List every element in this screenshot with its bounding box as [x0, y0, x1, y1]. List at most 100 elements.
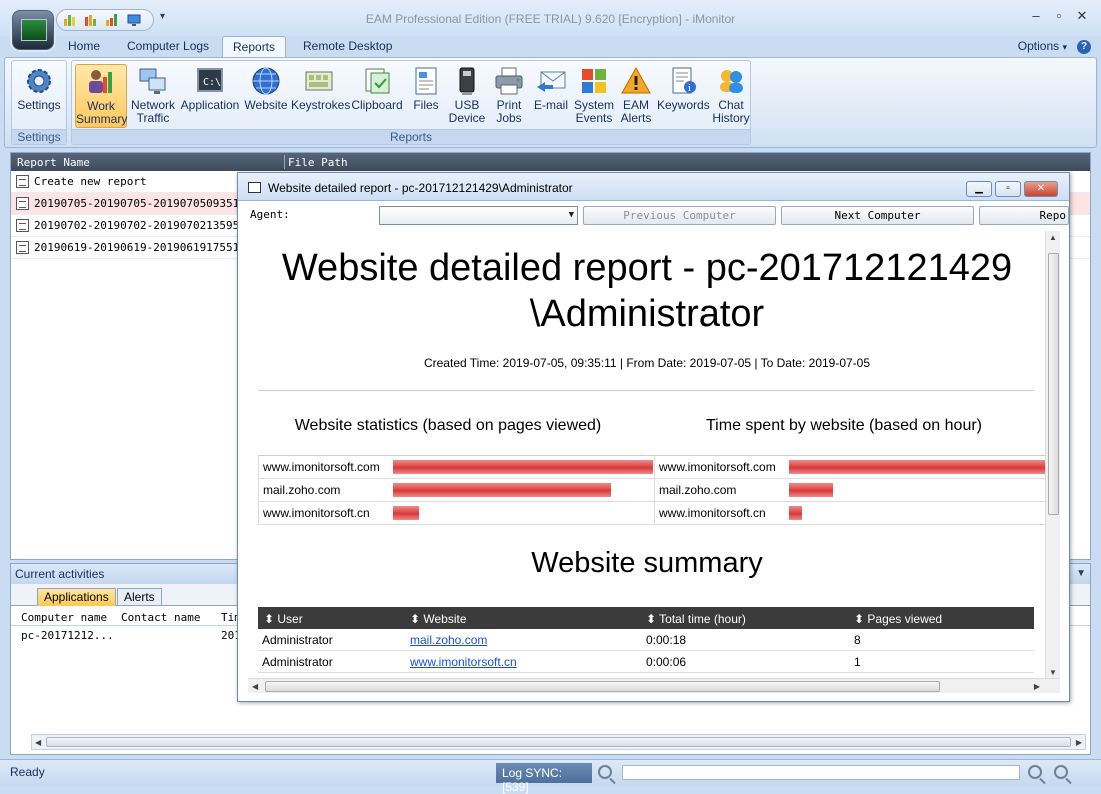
- website-button[interactable]: Website: [243, 64, 289, 128]
- scrollbar-thumb[interactable]: [1048, 253, 1059, 515]
- site-cell: www.imonitorsoft.cn: [659, 506, 766, 520]
- email-button[interactable]: E-mail: [531, 64, 571, 128]
- usb-device-button[interactable]: USB Device: [447, 64, 487, 128]
- close-button[interactable]: ✕: [1072, 8, 1092, 24]
- child-minimize-button[interactable]: ▁: [966, 181, 992, 197]
- sort-icon: ⬍: [646, 612, 660, 626]
- column-total-time[interactable]: ⬍ Total time (hour): [646, 612, 746, 626]
- website-link[interactable]: mail.zoho.com: [410, 633, 487, 647]
- scroll-down-icon[interactable]: ▼: [1049, 668, 1057, 677]
- settings-button[interactable]: Settings: [14, 64, 64, 128]
- chat-history-button[interactable]: Chat History: [711, 64, 751, 128]
- ribbon-tabs: Home Computer Logs Reports Remote Deskto…: [0, 36, 1101, 58]
- scroll-up-icon[interactable]: ▲: [1049, 233, 1057, 242]
- report-meta: Created Time: 2019-07-05, 09:35:11 | Fro…: [423, 356, 871, 370]
- column-file-path[interactable]: File Path: [288, 156, 348, 169]
- site-cell: mail.zoho.com: [263, 483, 341, 497]
- scrollbar-thumb[interactable]: [46, 737, 1071, 747]
- report-title-line-1: Website detailed report - pc-20171212142…: [281, 247, 1013, 289]
- table-row: www.imonitorsoft.cn: [258, 502, 654, 525]
- scroll-right-icon[interactable]: ▶: [1034, 682, 1040, 691]
- website-link[interactable]: www.imonitorsoft.cn: [410, 655, 517, 669]
- keywords-button[interactable]: i Keywords: [657, 64, 710, 128]
- column-total-time-label: Total time (hour): [659, 612, 746, 626]
- pages-stats-table: www.imonitorsoft.com mail.zoho.com www.i…: [258, 455, 654, 525]
- next-computer-button[interactable]: Next Computer: [781, 206, 974, 225]
- files-label: Files: [413, 98, 439, 112]
- tab-remote-desktop[interactable]: Remote Desktop: [293, 36, 402, 58]
- user-cell: Administrator: [262, 655, 333, 669]
- work-summary-button[interactable]: Work Summary: [75, 64, 127, 128]
- sort-icon: ⬍: [264, 612, 278, 626]
- scroll-left-icon[interactable]: ◀: [35, 738, 41, 747]
- report-button[interactable]: Repo: [979, 206, 1069, 225]
- settings-group-label: Settings: [12, 129, 66, 144]
- tab-home[interactable]: Home: [58, 36, 110, 58]
- eam-alerts-button[interactable]: EAM Alerts: [617, 64, 655, 128]
- table-row: www.imonitorsoft.com: [654, 456, 1046, 479]
- time-stats-table: www.imonitorsoft.com mail.zoho.com www.i…: [654, 455, 1046, 525]
- column-website[interactable]: ⬍ Website: [410, 612, 467, 626]
- column-contact-name[interactable]: Contact name: [121, 611, 200, 624]
- network-traffic-button[interactable]: Network Traffic: [129, 64, 177, 128]
- pages-bar: [393, 506, 419, 520]
- svg-text:C:\: C:\: [203, 77, 221, 88]
- column-website-label: Website: [423, 612, 467, 626]
- app-menu-button[interactable]: [12, 10, 54, 50]
- tab-computer-logs[interactable]: Computer Logs: [117, 36, 219, 58]
- maximize-button[interactable]: ▫: [1049, 8, 1069, 24]
- table-row: Administrator mail.zoho.com 0:00:18 8: [258, 629, 1034, 651]
- application-button[interactable]: C:\ Application: [179, 64, 241, 128]
- title-bar: ▾ EAM Professional Edition (FREE TRIAL) …: [0, 0, 1101, 36]
- windows-logo-icon: [582, 69, 606, 93]
- chevron-down-icon[interactable]: ▼: [1076, 568, 1086, 579]
- zoom-in-icon[interactable]: [1054, 765, 1068, 779]
- document-icon: [16, 197, 29, 210]
- svg-text:i: i: [688, 84, 691, 94]
- horizontal-scrollbar[interactable]: ◀ ▶: [248, 678, 1060, 693]
- scroll-left-icon[interactable]: ◀: [252, 682, 258, 691]
- scrollbar-thumb[interactable]: [265, 681, 940, 692]
- site-cell: www.imonitorsoft.cn: [263, 506, 370, 520]
- warning-icon: [621, 66, 651, 94]
- time-stats-title: Time spent by website (based on hour): [706, 417, 982, 434]
- computer-name-cell: pc-20171212...: [21, 629, 114, 642]
- files-button[interactable]: Files: [407, 64, 445, 128]
- column-user[interactable]: ⬍ User: [264, 612, 303, 626]
- log-sync-status: Log SYNC: [539]: [496, 763, 592, 794]
- pages-stats-title: Website statistics (based on pages viewe…: [294, 417, 602, 434]
- clipboard-button[interactable]: Clipboard: [349, 64, 405, 128]
- child-close-button[interactable]: ✕: [1024, 181, 1058, 197]
- previous-computer-button[interactable]: Previous Computer: [583, 206, 776, 225]
- site-cell: mail.zoho.com: [659, 483, 737, 497]
- options-menu[interactable]: Options ▾: [1018, 39, 1067, 53]
- vertical-scrollbar[interactable]: ▲ ▼: [1045, 231, 1060, 679]
- child-maximize-button[interactable]: ▫: [995, 181, 1021, 197]
- keywords-icon: i: [672, 67, 696, 94]
- help-icon[interactable]: ?: [1077, 40, 1091, 54]
- report-list-header: Report Name File Path: [11, 153, 1090, 171]
- agent-label: Agent:: [250, 208, 290, 221]
- tab-applications[interactable]: Applications: [37, 588, 116, 606]
- scroll-right-icon[interactable]: ▶: [1076, 738, 1082, 747]
- keystrokes-button[interactable]: Keystrokes: [291, 64, 350, 128]
- column-pages-viewed[interactable]: ⬍ Pages viewed: [854, 612, 942, 626]
- zoom-out-icon[interactable]: [1028, 765, 1042, 779]
- report-content: Website detailed report - pc-20171212142…: [248, 231, 1046, 679]
- email-icon: [537, 71, 566, 92]
- search-icon[interactable]: [598, 765, 612, 779]
- print-jobs-button[interactable]: Print Jobs: [489, 64, 529, 128]
- minimize-button[interactable]: –: [1026, 8, 1046, 24]
- application-label: Application: [180, 98, 240, 112]
- column-divider: [284, 155, 285, 169]
- column-computer-name[interactable]: Computer name: [21, 611, 107, 624]
- system-events-button[interactable]: System Events: [573, 64, 615, 128]
- status-text: Ready: [10, 765, 45, 779]
- tab-alerts[interactable]: Alerts: [117, 588, 162, 606]
- horizontal-scrollbar[interactable]: ◀ ▶: [31, 734, 1086, 750]
- column-report-name[interactable]: Report Name: [17, 156, 90, 169]
- tab-reports[interactable]: Reports: [222, 36, 287, 58]
- site-cell: www.imonitorsoft.com: [263, 460, 380, 474]
- agent-select[interactable]: [379, 206, 578, 225]
- list-item-label: 20190619-20190619-20190619175514.h: [34, 241, 260, 254]
